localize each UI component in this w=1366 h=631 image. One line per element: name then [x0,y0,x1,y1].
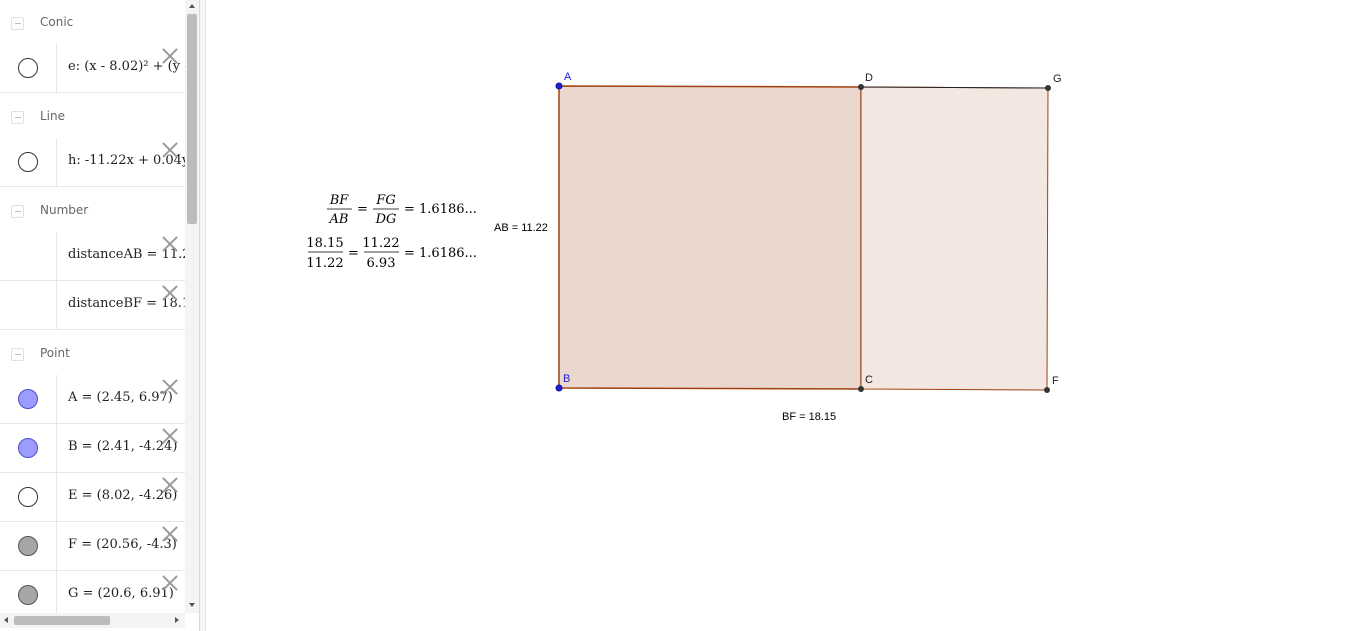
algebra-item-h[interactable]: h: -11.22x + 0.04y [0,138,185,187]
delete-icon[interactable] [160,140,180,160]
delete-icon[interactable] [160,475,180,495]
collapse-toggle-icon[interactable] [11,348,24,361]
scroll-thumb[interactable] [187,14,197,224]
marble-cell[interactable] [0,375,57,423]
fraction-denominator: AB [329,212,349,227]
graphics-canvas[interactable]: A B C D F G AB = 11.22 BF = 18.15 BF AB … [207,0,1366,631]
polygon-square-abcd[interactable] [558,85,862,390]
fraction-numerator: 11.22 [362,236,399,251]
point-f[interactable] [1044,387,1050,393]
algebra-item-distanceAB[interactable]: distanceAB = 11.22 [0,232,185,281]
group-label: Line [40,109,66,123]
algebra-item-F[interactable]: F = (20.56, -4.3) [0,522,185,571]
point-label-b[interactable]: B [563,373,570,385]
marble-cell[interactable] [0,522,57,570]
collapse-toggle-icon[interactable] [11,111,24,124]
delete-icon[interactable] [160,234,180,254]
delete-icon[interactable] [160,524,180,544]
marble-cell [0,281,57,329]
visibility-marble-icon[interactable] [18,152,38,172]
algebra-item-G[interactable]: G = (20.6, 6.91) [0,571,185,613]
horizontal-scrollbar[interactable] [0,613,185,628]
collapse-toggle-icon[interactable] [11,205,24,218]
label-bf-length[interactable]: BF = 18.15 [782,411,836,423]
algebra-item-distanceBF[interactable]: distanceBF = 18.15 [0,281,185,330]
scroll-thumb[interactable] [14,616,110,625]
visibility-marble-icon[interactable] [18,487,38,507]
view-splitter[interactable] [200,0,206,631]
fraction-denominator: DG [375,212,397,227]
fraction-numerator: BF [329,193,350,208]
marble-cell [0,232,57,280]
fraction-numerator: 18.15 [306,236,343,251]
marble-cell[interactable] [0,424,57,472]
point-label-f[interactable]: F [1052,375,1059,387]
scroll-right-arrow-icon[interactable] [175,617,179,623]
formula-result: = 1.6186... [404,202,477,217]
algebra-item-e[interactable]: e: (x - 8.02)² + (y - 4.26)² [0,44,185,93]
group-header-line[interactable]: Line [0,94,185,138]
group-label: Number [40,203,89,217]
point-d[interactable] [858,84,864,90]
label-ab-length[interactable]: AB = 11.22 [494,222,548,234]
group-header-conic[interactable]: Conic [0,0,185,44]
group-header-number[interactable]: Number [0,188,185,232]
visibility-marble-icon[interactable] [18,585,38,605]
algebra-list: Conic e: (x - 8.02)² + (y - 4.26)² Line … [0,0,185,613]
marble-cell[interactable] [0,138,57,186]
algebra-item-B[interactable]: B = (2.41, -4.24) [0,424,185,473]
point-g[interactable] [1045,85,1051,91]
group-header-point[interactable]: Point [0,331,185,375]
vertical-scrollbar[interactable] [185,0,199,613]
marble-cell[interactable] [0,473,57,521]
visibility-marble-icon[interactable] [18,536,38,556]
point-label-c[interactable]: C [865,374,873,386]
collapse-toggle-icon[interactable] [11,17,24,30]
equals-sign: = [357,202,368,217]
scroll-left-arrow-icon[interactable] [4,617,8,623]
fraction-numerator: FG [375,193,395,208]
algebra-view: Conic e: (x - 8.02)² + (y - 4.26)² Line … [0,0,200,631]
point-label-a[interactable]: A [564,71,572,83]
group-label: Conic [40,15,74,29]
formula-result: = 1.6186... [404,246,477,261]
point-label-d[interactable]: D [865,72,873,84]
point-b[interactable] [555,384,563,392]
delete-icon[interactable] [160,573,180,593]
marble-cell[interactable] [0,571,57,613]
delete-icon[interactable] [160,46,180,66]
visibility-marble-icon[interactable] [18,58,38,78]
delete-icon[interactable] [160,426,180,446]
visibility-marble-icon[interactable] [18,389,38,409]
delete-icon[interactable] [160,377,180,397]
visibility-marble-icon[interactable] [18,438,38,458]
fraction-denominator: 6.93 [367,256,396,271]
scroll-up-arrow-icon[interactable] [189,4,195,8]
polygon-rectangle-dgfc[interactable] [860,86,1049,391]
point-c[interactable] [858,386,864,392]
algebra-item-E[interactable]: E = (8.02, -4.26) [0,473,185,522]
scroll-down-arrow-icon[interactable] [189,603,195,607]
algebra-item-A[interactable]: A = (2.45, 6.97) [0,375,185,424]
point-a[interactable] [555,82,563,90]
marble-cell[interactable] [0,44,57,92]
formula-golden-ratio[interactable]: BF AB = FG DG = 1.6186... 18.15 11.22 = … [306,193,477,271]
point-label-g[interactable]: G [1053,73,1062,85]
group-label: Point [40,346,70,360]
fraction-denominator: 11.22 [306,256,343,271]
delete-icon[interactable] [160,283,180,303]
graphics-view[interactable]: A B C D F G AB = 11.22 BF = 18.15 BF AB … [207,0,1366,631]
equals-sign: = [348,246,359,261]
